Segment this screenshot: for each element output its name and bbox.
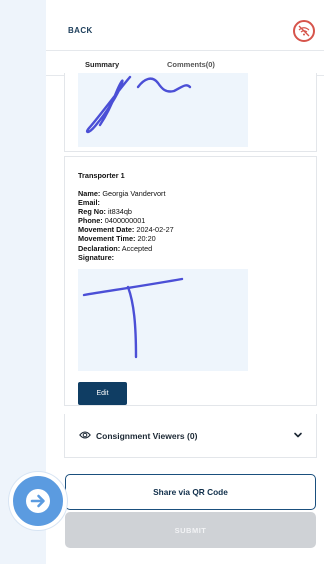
submit-button[interactable]: SUBMIT <box>65 512 316 548</box>
arrow-right-fab[interactable] <box>9 472 67 530</box>
chevron-down-icon[interactable] <box>293 430 303 440</box>
tab-summary[interactable]: Summary <box>85 60 119 69</box>
field-signature: Signature: <box>78 252 115 262</box>
consignment-viewers-accordion[interactable]: Consignment Viewers (0) <box>64 414 317 458</box>
edit-button[interactable]: Edit <box>78 382 127 405</box>
field-movement-time: Movement Time: 20:20 <box>78 234 156 244</box>
field-reg-no: Reg No: it834qb <box>78 207 132 217</box>
top-bar: BACK <box>46 0 324 50</box>
field-email: Email: <box>78 198 100 208</box>
back-button[interactable]: BACK <box>68 26 93 35</box>
eye-icon <box>79 431 91 439</box>
share-qr-button[interactable]: Share via QR Code <box>65 474 316 510</box>
transporter-signature-image <box>78 269 248 371</box>
transporter-fields: Name: Georgia Vandervort Email: Reg No: … <box>78 189 174 262</box>
field-phone: Phone: 0400000001 <box>78 216 146 226</box>
transporter-card: Transporter 1 Name: Georgia Vandervort E… <box>64 156 317 406</box>
field-declaration: Declaration: Accepted <box>78 243 153 253</box>
tab-comments[interactable]: Comments(0) <box>167 60 215 69</box>
field-name: Name: Georgia Vandervort <box>78 189 166 198</box>
consignment-viewers-label: Consignment Viewers (0) <box>96 431 198 441</box>
previous-signature-card <box>64 73 317 152</box>
no-signal-icon[interactable] <box>293 20 315 42</box>
mobile-screen: BACK Summary Comments(0) Transporter 1 N… <box>46 0 324 564</box>
transporter-title: Transporter 1 <box>78 171 125 180</box>
field-movement-date: Movement Date: 2024-02-27 <box>78 225 174 235</box>
arrow-right-icon <box>26 489 50 513</box>
signature-image <box>78 73 248 147</box>
